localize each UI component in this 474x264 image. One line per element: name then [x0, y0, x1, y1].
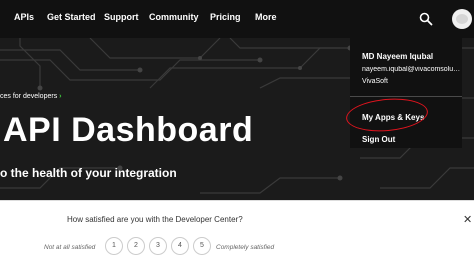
- rating-option-4[interactable]: 4: [171, 237, 189, 255]
- menu-divider: [350, 96, 462, 97]
- nav-item-support[interactable]: Support: [104, 12, 139, 22]
- rating-option-2[interactable]: 2: [127, 237, 145, 255]
- search-icon[interactable]: [419, 12, 433, 26]
- chevron-right-icon: ›: [59, 93, 62, 100]
- nav-item-more[interactable]: More: [255, 12, 277, 22]
- nav-item-get-started[interactable]: Get Started: [47, 12, 96, 22]
- nav-item-pricing[interactable]: Pricing: [210, 12, 241, 22]
- breadcrumb[interactable]: ces for developers ›: [0, 93, 62, 100]
- scale-high-label: Completely satisfied: [216, 244, 275, 251]
- scale-low-label: Not at all satisfied: [44, 244, 96, 251]
- user-avatar-icon[interactable]: [452, 9, 472, 29]
- top-navbar: APIs Get Started Support Community Prici…: [0, 0, 474, 38]
- rating-option-3[interactable]: 3: [149, 237, 167, 255]
- account-company: VivaSoft: [362, 78, 388, 85]
- rating-option-1[interactable]: 1: [105, 237, 123, 255]
- nav-item-community[interactable]: Community: [149, 12, 199, 22]
- account-name: MD Nayeem Iqubal: [362, 52, 434, 61]
- account-email: nayeem.iqubal@vivacomsoluti...: [362, 66, 462, 73]
- breadcrumb-label[interactable]: ces for developers: [0, 93, 57, 100]
- nav-item-apis[interactable]: APIs: [14, 12, 34, 22]
- satisfaction-survey: How satisfied are you with the Developer…: [0, 200, 474, 264]
- rating-option-5[interactable]: 5: [193, 237, 211, 255]
- sign-out-link[interactable]: Sign Out: [362, 135, 395, 144]
- account-dropdown-menu: MD Nayeem Iqubal nayeem.iqubal@vivacomso…: [350, 38, 462, 148]
- close-icon[interactable]: ✕: [463, 213, 472, 226]
- my-apps-keys-link[interactable]: My Apps & Keys: [362, 113, 424, 122]
- page-title: API Dashboard: [3, 111, 254, 149]
- page-subtitle: o the health of your integration: [0, 166, 177, 180]
- survey-question: How satisfied are you with the Developer…: [67, 215, 243, 224]
